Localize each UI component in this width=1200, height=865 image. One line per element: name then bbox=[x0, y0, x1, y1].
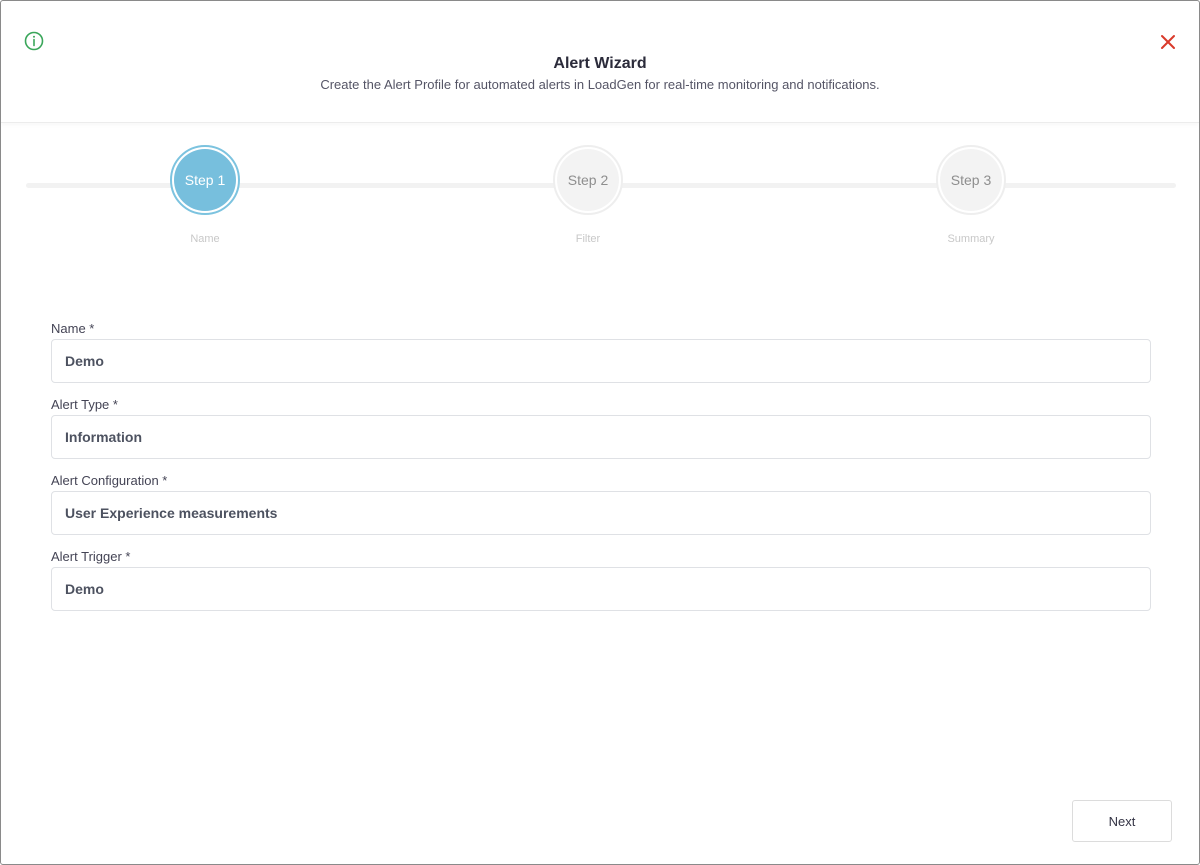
step-3[interactable]: Step 3 Summary bbox=[933, 145, 1009, 245]
step-3-ring[interactable]: Step 3 bbox=[936, 145, 1006, 215]
step-1-ring[interactable]: Step 1 bbox=[170, 145, 240, 215]
dialog-header: Alert Wizard Create the Alert Profile fo… bbox=[1, 1, 1199, 123]
alert-configuration-input[interactable] bbox=[51, 491, 1151, 535]
next-button[interactable]: Next bbox=[1072, 800, 1172, 842]
alert-type-field-group: Alert Type * bbox=[51, 397, 1151, 459]
dialog-title: Alert Wizard bbox=[553, 55, 647, 72]
alert-type-label: Alert Type * bbox=[51, 397, 118, 412]
alert-configuration-label: Alert Configuration * bbox=[51, 473, 168, 488]
step-3-circle: Step 3 bbox=[940, 149, 1002, 211]
close-icon[interactable] bbox=[1157, 31, 1179, 53]
step-2-circle: Step 2 bbox=[557, 149, 619, 211]
step-1-circle: Step 1 bbox=[174, 149, 236, 211]
name-input[interactable] bbox=[51, 339, 1151, 383]
alert-type-input[interactable] bbox=[51, 415, 1151, 459]
step-2-caption: Filter bbox=[575, 233, 601, 245]
alert-configuration-field-group: Alert Configuration * bbox=[51, 473, 1151, 535]
alert-wizard-dialog: Alert Wizard Create the Alert Profile fo… bbox=[0, 0, 1200, 865]
step-2-ring[interactable]: Step 2 bbox=[553, 145, 623, 215]
step-3-caption: Summary bbox=[947, 233, 995, 245]
wizard-stepper: Step 1 Name Step 2 Filter Step 3 Summary bbox=[1, 141, 1199, 251]
name-label: Name * bbox=[51, 321, 95, 336]
alert-trigger-label: Alert Trigger * bbox=[51, 549, 131, 564]
step-1-caption: Name bbox=[190, 233, 220, 245]
info-icon bbox=[24, 31, 44, 51]
step-2[interactable]: Step 2 Filter bbox=[550, 145, 626, 245]
alert-form: Name * Alert Type * Alert Configuration … bbox=[51, 321, 1151, 625]
name-field-group: Name * bbox=[51, 321, 1151, 383]
alert-trigger-field-group: Alert Trigger * bbox=[51, 549, 1151, 611]
step-1[interactable]: Step 1 Name bbox=[167, 145, 243, 245]
alert-trigger-input[interactable] bbox=[51, 567, 1151, 611]
dialog-subtitle: Create the Alert Profile for automated a… bbox=[320, 77, 880, 92]
